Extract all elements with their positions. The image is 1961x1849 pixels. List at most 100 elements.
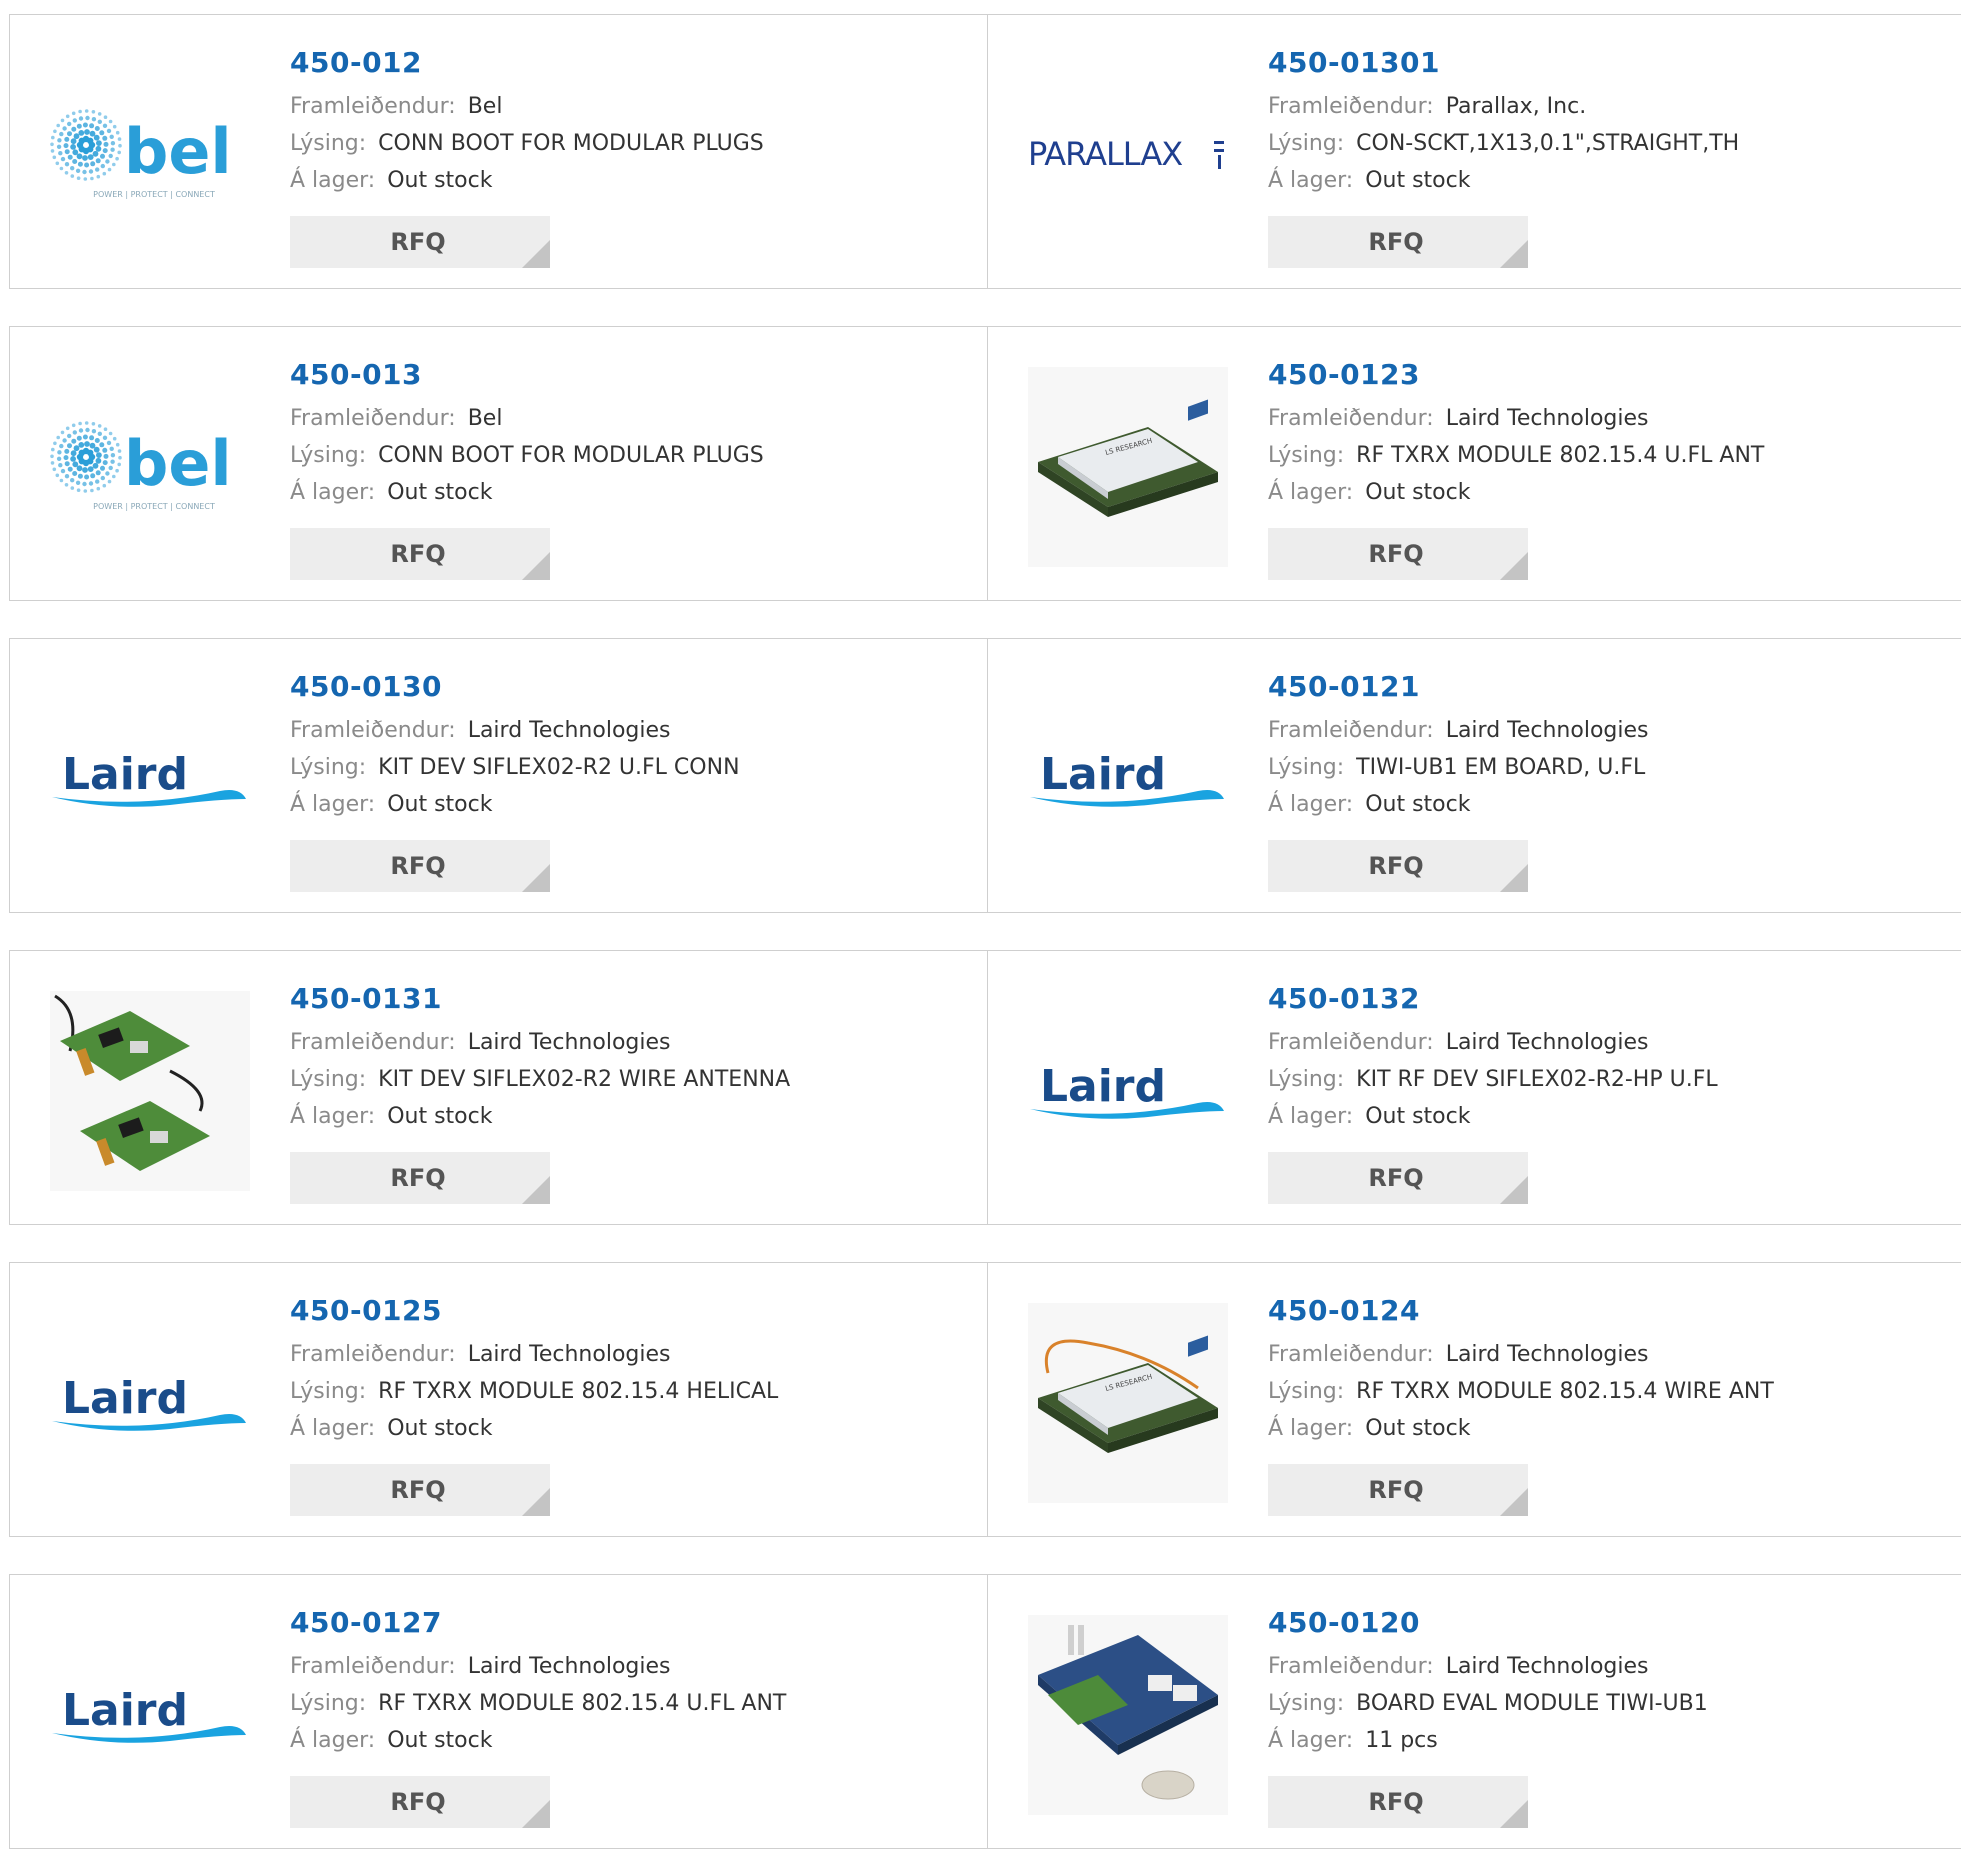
- rfq-button[interactable]: RFQ: [290, 528, 550, 580]
- part-number-link[interactable]: 450-0127: [290, 1605, 786, 1641]
- product-card: Laird 450-0121 Framleiðendur: Laird Techn…: [987, 638, 1961, 913]
- manufacturer-value: Parallax, Inc.: [1445, 94, 1587, 119]
- manufacturer-label: Framleiðendur:: [1268, 1342, 1434, 1367]
- manufacturer-row: Framleiðendur: Laird Technologies: [290, 1651, 786, 1682]
- manufacturer-value: Bel: [467, 406, 503, 431]
- rfq-button[interactable]: RFQ: [1268, 1152, 1528, 1204]
- manufacturer-label: Framleiðendur:: [290, 1030, 456, 1055]
- manufacturer-row: Framleiðendur: Laird Technologies: [290, 1027, 790, 1058]
- part-number-link[interactable]: 450-0125: [290, 1293, 778, 1329]
- manufacturer-label: Framleiðendur:: [290, 1342, 456, 1367]
- svg-text:Laird: Laird: [62, 1373, 188, 1424]
- part-number-link[interactable]: 450-0132: [1268, 981, 1718, 1017]
- parallax-logo[interactable]: PARALLAX: [1028, 55, 1228, 255]
- product-info: 450-0121 Framleiðendur: Laird Technologie…: [1268, 669, 1648, 820]
- product-card: Laird 450-0127 Framleiðendur: Laird Techn…: [9, 1574, 987, 1849]
- stock-label: Á lager:: [290, 168, 376, 193]
- rfq-button[interactable]: RFQ: [1268, 1776, 1528, 1828]
- rfq-button[interactable]: RFQ: [1268, 528, 1528, 580]
- rf-module-icon: LS RESEARCH: [1028, 1303, 1228, 1503]
- rfq-button-label: RFQ: [390, 1164, 446, 1192]
- description-label: Lýsing:: [1268, 443, 1345, 468]
- part-number-link[interactable]: 450-0131: [290, 981, 790, 1017]
- stock-label: Á lager:: [290, 1416, 376, 1441]
- part-number-link[interactable]: 450-0121: [1268, 669, 1648, 705]
- product-card: Laird 450-0125 Framleiðendur: Laird Techn…: [9, 1262, 987, 1537]
- product-info: 450-0124 Framleiðendur: Laird Technologie…: [1268, 1293, 1774, 1444]
- rf-module-wire-photo[interactable]: LS RESEARCH: [1028, 1303, 1228, 1503]
- product-info: 450-0125 Framleiðendur: Laird Technologie…: [290, 1293, 778, 1444]
- svg-text:PARALLAX: PARALLAX: [1028, 135, 1182, 173]
- rfq-button[interactable]: RFQ: [290, 840, 550, 892]
- manufacturer-value: Laird Technologies: [467, 1342, 671, 1367]
- rfq-button-label: RFQ: [390, 1476, 446, 1504]
- product-card: PARALLAX 450-01301 Framleiðendur: Paralla…: [987, 14, 1961, 289]
- description-value: RF TXRX MODULE 802.15.4 U.FL ANT: [378, 1691, 787, 1716]
- description-row: Lýsing: TIWI-UB1 EM BOARD, U.FL: [1268, 752, 1648, 783]
- rfq-button-label: RFQ: [1368, 1476, 1424, 1504]
- part-number-link[interactable]: 450-0130: [290, 669, 740, 705]
- laird-logo[interactable]: Laird: [50, 679, 250, 879]
- part-number-link[interactable]: 450-013: [290, 357, 764, 393]
- bel-logo[interactable]: bel POWER | PROTECT | CONNECT: [50, 55, 250, 255]
- stock-label: Á lager:: [1268, 168, 1354, 193]
- dev-kit-photo[interactable]: [50, 991, 250, 1191]
- eval-board-photo[interactable]: [1028, 1615, 1228, 1815]
- description-row: Lýsing: CONN BOOT FOR MODULAR PLUGS: [290, 440, 764, 471]
- stock-label: Á lager:: [1268, 1104, 1354, 1129]
- manufacturer-value: Laird Technologies: [1445, 1030, 1649, 1055]
- part-number-link[interactable]: 450-012: [290, 45, 764, 81]
- rfq-button[interactable]: RFQ: [290, 1464, 550, 1516]
- stock-value: Out stock: [387, 792, 493, 817]
- rfq-button[interactable]: RFQ: [1268, 840, 1528, 892]
- rfq-button[interactable]: RFQ: [1268, 1464, 1528, 1516]
- stock-row: Á lager: Out stock: [1268, 165, 1739, 196]
- stock-row: Á lager: Out stock: [290, 1725, 786, 1756]
- product-info: 450-013 Framleiðendur: Bel Lýsing: CONN BO…: [290, 357, 764, 508]
- product-card: bel POWER | PROTECT | CONNECT 450-013 Fr…: [9, 326, 987, 601]
- parallax-logo-icon: PARALLAX: [1028, 135, 1224, 173]
- manufacturer-row: Framleiðendur: Bel: [290, 91, 764, 122]
- rfq-button-label: RFQ: [390, 1788, 446, 1816]
- manufacturer-row: Framleiðendur: Parallax, Inc.: [1268, 91, 1739, 122]
- laird-logo[interactable]: Laird: [50, 1615, 250, 1815]
- laird-logo[interactable]: Laird: [50, 1303, 250, 1503]
- rf-module-photo[interactable]: LS RESEARCH: [1028, 367, 1228, 567]
- bel-logo[interactable]: bel POWER | PROTECT | CONNECT: [50, 367, 250, 567]
- product-info: 450-0130 Framleiðendur: Laird Technologie…: [290, 669, 740, 820]
- description-value: RF TXRX MODULE 802.15.4 HELICAL: [378, 1379, 779, 1404]
- description-label: Lýsing:: [290, 443, 367, 468]
- bel-logo-icon: bel POWER | PROTECT | CONNECT: [50, 109, 232, 199]
- laird-logo-icon: Laird: [1030, 749, 1224, 807]
- part-number-link[interactable]: 450-01301: [1268, 45, 1739, 81]
- rfq-button-label: RFQ: [390, 228, 446, 256]
- rfq-button-label: RFQ: [1368, 852, 1424, 880]
- rfq-button[interactable]: RFQ: [1268, 216, 1528, 268]
- rfq-button[interactable]: RFQ: [290, 1776, 550, 1828]
- part-number-link[interactable]: 450-0120: [1268, 1605, 1708, 1641]
- part-number-link[interactable]: 450-0123: [1268, 357, 1764, 393]
- stock-row: Á lager: 11 pcs: [1268, 1725, 1708, 1756]
- svg-text:Laird: Laird: [1040, 749, 1166, 800]
- description-row: Lýsing: KIT DEV SIFLEX02-R2 WIRE ANTENNA: [290, 1064, 790, 1095]
- stock-value: Out stock: [1365, 1416, 1471, 1441]
- rfq-button[interactable]: RFQ: [290, 1152, 550, 1204]
- manufacturer-row: Framleiðendur: Laird Technologies: [1268, 1651, 1708, 1682]
- laird-logo-icon: Laird: [52, 1685, 246, 1743]
- laird-logo[interactable]: Laird: [1028, 991, 1228, 1191]
- manufacturer-label: Framleiðendur:: [290, 1654, 456, 1679]
- rfq-button[interactable]: RFQ: [290, 216, 550, 268]
- stock-label: Á lager:: [1268, 1416, 1354, 1441]
- laird-logo[interactable]: Laird: [1028, 679, 1228, 879]
- product-card: LS RESEARCH 450-0124 Framleiðendur: Laird…: [987, 1262, 1961, 1537]
- part-number-link[interactable]: 450-0124: [1268, 1293, 1774, 1329]
- rf-module-icon: LS RESEARCH: [1028, 367, 1228, 567]
- stock-row: Á lager: Out stock: [290, 477, 764, 508]
- svg-text:POWER | PROTECT | CONNECT: POWER | PROTECT | CONNECT: [93, 502, 215, 511]
- manufacturer-value: Laird Technologies: [1445, 406, 1649, 431]
- description-row: Lýsing: RF TXRX MODULE 802.15.4 HELICAL: [290, 1376, 778, 1407]
- dev-kit-icon: [50, 991, 250, 1191]
- stock-row: Á lager: Out stock: [290, 1413, 778, 1444]
- stock-label: Á lager:: [290, 1728, 376, 1753]
- description-label: Lýsing:: [290, 755, 367, 780]
